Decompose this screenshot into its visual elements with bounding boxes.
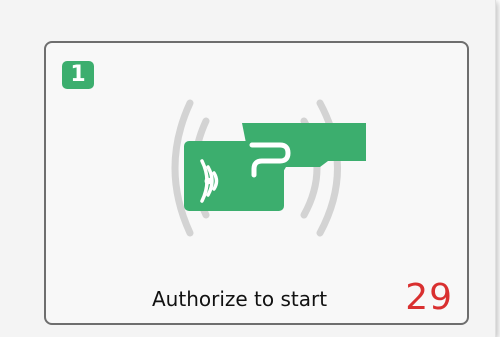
dialog-panel: 1 Authorize to start 29 — [0, 0, 496, 337]
slot-number-badge: 1 — [62, 61, 94, 89]
status-text: Authorize to start — [152, 287, 328, 311]
rfid-card-tap-icon — [170, 93, 370, 248]
authorization-card[interactable]: 1 Authorize to start 29 — [44, 41, 469, 325]
countdown-timer: 29 — [405, 277, 453, 318]
status-row: Authorize to start 29 — [46, 277, 467, 319]
